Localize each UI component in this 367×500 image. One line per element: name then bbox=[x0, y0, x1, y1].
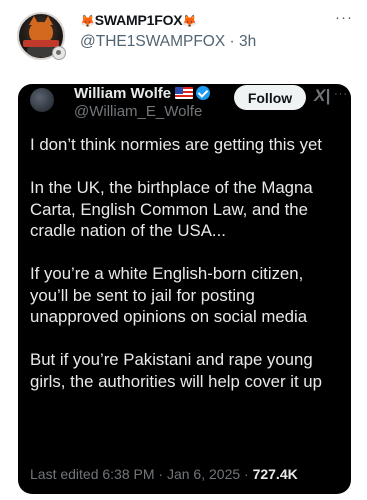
embedded-tweet-text: I don’t think normies are getting this y… bbox=[30, 134, 346, 414]
author-display-name[interactable]: 🦊SWAMP1FOX🦊 bbox=[80, 12, 197, 28]
embedded-author-name-text: William Wolfe bbox=[74, 85, 172, 102]
views-count: 727.4K bbox=[252, 466, 298, 482]
embedded-paragraph: In the UK, the birthplace of the Magna C… bbox=[30, 178, 313, 240]
author-handle-line: @THE1SWAMPFOX · 3h bbox=[80, 33, 256, 51]
embedded-author-avatar bbox=[30, 88, 54, 112]
more-options-icon[interactable]: ··· bbox=[335, 10, 353, 25]
post-timestamp[interactable]: 3h bbox=[239, 33, 256, 50]
embedded-author-handle: @William_E_Wolfe bbox=[74, 103, 203, 120]
post-card: 🦊SWAMP1FOX🦊 @THE1SWAMPFOX · 3h ··· Willi… bbox=[0, 0, 367, 500]
embedded-paragraph: If you’re a white English-born citizen, … bbox=[30, 264, 308, 326]
embedded-paragraph: But if you’re Pakistani and rape young g… bbox=[30, 350, 322, 391]
embedded-author-name: William Wolfe bbox=[74, 85, 211, 102]
author-name-text: SWAMP1FOX bbox=[94, 12, 183, 28]
verified-badge-icon bbox=[196, 86, 211, 100]
embedded-meta-line: Last edited 6:38 PM · Jan 6, 2025 · 727.… bbox=[30, 466, 298, 482]
separator-dot: · bbox=[229, 33, 235, 50]
fox-emoji-icon: 🦊 bbox=[182, 14, 198, 28]
embedded-paragraph: I don’t think normies are getting this y… bbox=[30, 135, 322, 154]
edited-timestamp: Last edited 6:38 PM · Jan 6, 2025 · bbox=[30, 466, 253, 482]
embedded-screenshot[interactable]: William Wolfe @William_E_Wolfe Follow X|… bbox=[18, 84, 351, 494]
us-flag-icon bbox=[175, 87, 194, 99]
embedded-more-icon: ··· bbox=[334, 88, 348, 100]
grok-icon: X| bbox=[314, 86, 331, 105]
fox-emoji-icon: 🦊 bbox=[80, 14, 95, 28]
follow-button: Follow bbox=[234, 85, 306, 110]
author-handle[interactable]: @THE1SWAMPFOX bbox=[80, 33, 225, 50]
affiliate-badge-icon[interactable] bbox=[52, 46, 66, 60]
